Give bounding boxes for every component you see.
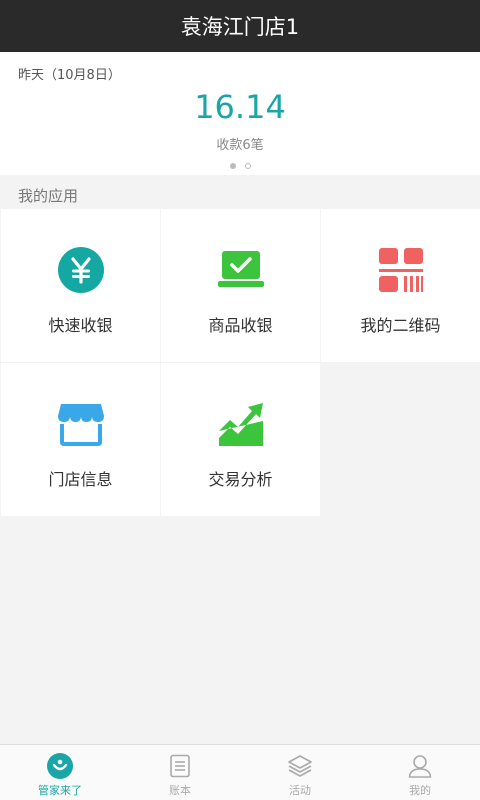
store-icon xyxy=(56,399,106,449)
ledger-icon xyxy=(167,753,193,779)
qrcode-icon xyxy=(376,245,426,295)
app-label: 商品收银 xyxy=(208,316,273,335)
app-label: 我的二维码 xyxy=(360,316,441,335)
apps-section-label: 我的应用 xyxy=(18,187,79,205)
page-dot xyxy=(244,163,251,169)
tab-ledger[interactable]: 账本 xyxy=(120,745,240,800)
laptop-check-icon xyxy=(216,245,266,295)
tab-profile[interactable]: 我的 xyxy=(360,745,480,800)
app-tile-trade-analysis[interactable]: 交易分析 xyxy=(161,363,320,516)
revenue-amount: 16.14 xyxy=(194,88,286,126)
page-dot-active xyxy=(229,163,236,169)
tab-home[interactable]: 管家来了 xyxy=(0,745,120,800)
user-icon xyxy=(407,753,433,779)
page-title: 袁海江门店1 xyxy=(180,15,300,39)
tab-activity[interactable]: 活动 xyxy=(240,745,360,800)
chart-up-icon xyxy=(216,399,266,449)
app-tile-quick-checkout[interactable]: 快速收银 xyxy=(1,209,160,362)
layers-icon xyxy=(287,753,313,779)
app-label: 交易分析 xyxy=(208,470,273,489)
title-bar: 袁海江门店1 xyxy=(0,0,480,52)
summary-date: 昨天（10月8日） xyxy=(18,68,121,83)
app-tile-goods-checkout[interactable]: 商品收银 xyxy=(161,209,320,362)
app-label: 快速收银 xyxy=(48,316,113,335)
home-logo-icon xyxy=(47,753,73,779)
tab-label: 管家来了 xyxy=(38,784,82,797)
tab-label: 账本 xyxy=(169,784,191,797)
transaction-count: 收款6笔 xyxy=(216,138,264,153)
revenue-summary[interactable]: 昨天（10月8日） 16.14 收款6笔 xyxy=(0,52,480,175)
app-tile-store-info[interactable]: 门店信息 xyxy=(1,363,160,516)
yen-icon xyxy=(56,245,106,295)
bottom-tab-bar: 管家来了 账本 活动 我的 xyxy=(0,744,480,800)
tab-label: 活动 xyxy=(289,784,311,797)
page-indicator xyxy=(0,163,480,169)
tab-label: 我的 xyxy=(409,784,431,797)
app-tile-my-qrcode[interactable]: 我的二维码 xyxy=(321,209,480,362)
app-label: 门店信息 xyxy=(48,470,113,489)
